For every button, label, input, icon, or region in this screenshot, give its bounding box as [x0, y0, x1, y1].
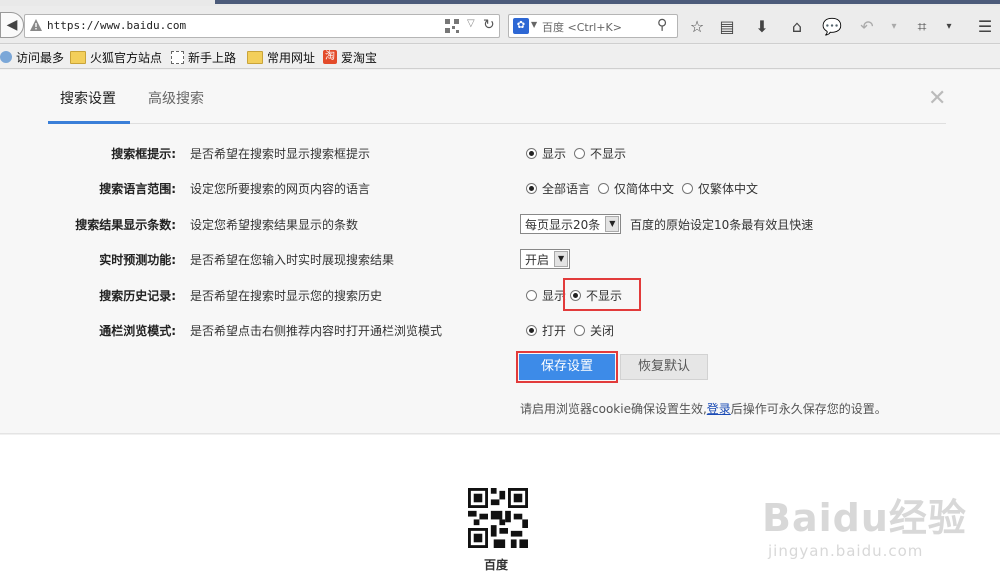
radio-show[interactable]: 显示: [526, 145, 566, 162]
radio-button[interactable]: [598, 182, 610, 194]
highlight-box: [563, 278, 641, 311]
crop-dropdown-icon[interactable]: ▾: [938, 16, 960, 38]
highlight-box: [516, 351, 618, 383]
watermark: Baidu经验 jingyan.baidu.com: [762, 496, 967, 560]
title-bar: [215, 0, 1000, 4]
setting-label: 搜索语言范围:: [99, 182, 176, 196]
bookmark-firefox-site[interactable]: 火狐官方站点: [70, 48, 162, 66]
radio-button[interactable]: [526, 289, 537, 301]
setting-description: 设定您希望搜索结果显示的条数: [190, 218, 359, 232]
tab-advanced-search[interactable]: 高级搜索: [148, 88, 204, 108]
baidu-paw-icon[interactable]: ✿: [513, 18, 529, 34]
taobao-icon: 淘: [323, 50, 337, 64]
result-count-select[interactable]: 每页显示20条 ▼: [520, 214, 622, 234]
search-settings-panel: 搜索设置 高级搜索 ✕ 搜索框提示: 是否希望在搜索时显示搜索框提示 显示 不显…: [0, 70, 1000, 434]
radio-simplified-only[interactable]: 仅简体中文: [598, 180, 674, 197]
setting-row-fullbar: 通栏浏览模式: 是否希望点击右侧推荐内容时打开通栏浏览模式 打开 关闭: [0, 320, 1000, 340]
radio-open[interactable]: 打开: [526, 322, 566, 339]
undo-icon[interactable]: ↶: [856, 16, 878, 38]
navigation-toolbar: ◀ https://www.baidu.com ▽ ↻ ✿ ▼ 百度 <Ctrl…: [0, 6, 1000, 44]
bookmarks-menu-icon[interactable]: ▤: [716, 16, 738, 38]
setting-description: 是否希望点击右侧推荐内容时打开通栏浏览模式: [190, 324, 443, 338]
radio-traditional-only[interactable]: 仅繁体中文: [682, 180, 758, 197]
setting-label: 通栏浏览模式:: [99, 324, 176, 338]
tab-search-settings[interactable]: 搜索设置: [60, 88, 116, 108]
globe-icon: [0, 51, 12, 63]
select-value: 每页显示20条: [525, 217, 601, 232]
back-button[interactable]: ◀: [0, 12, 24, 38]
restore-defaults-button[interactable]: 恢复默认: [620, 354, 708, 380]
bookmark-star-icon[interactable]: ☆: [686, 16, 708, 38]
setting-label: 搜索结果显示条数:: [75, 218, 176, 232]
warning-icon: [30, 19, 42, 31]
result-count-hint: 百度的原始设定10条最有效且快速: [630, 218, 814, 232]
download-icon[interactable]: ⬇: [751, 16, 773, 38]
url-text: https://www.baidu.com: [47, 19, 187, 32]
history-dropdown-icon[interactable]: ▽: [467, 18, 475, 29]
radio-all-languages[interactable]: 全部语言: [526, 180, 590, 197]
reload-icon[interactable]: ↻: [483, 17, 495, 33]
chevron-down-icon[interactable]: ▼: [605, 216, 620, 232]
radio-button[interactable]: [526, 147, 537, 159]
setting-label: 搜索历史记录:: [99, 289, 176, 303]
radio-button[interactable]: [682, 182, 694, 194]
search-icon[interactable]: ⚲: [657, 17, 667, 33]
home-icon[interactable]: ⌂: [786, 16, 808, 38]
radio-show[interactable]: 显示: [526, 287, 566, 304]
login-link[interactable]: 登录: [707, 402, 731, 416]
qr-code-icon[interactable]: [445, 19, 459, 33]
select-value: 开启: [525, 252, 550, 267]
qr-caption: 百度: [484, 558, 509, 572]
search-placeholder: 百度 <Ctrl+K>: [542, 21, 622, 34]
folder-icon: [70, 50, 86, 64]
radio-close[interactable]: 关闭: [574, 322, 614, 339]
url-bar[interactable]: https://www.baidu.com ▽ ↻: [24, 14, 500, 38]
instant-select[interactable]: 开启 ▼: [520, 249, 571, 269]
bookmark-getting-started[interactable]: 新手上路: [171, 48, 236, 66]
page-icon: [171, 50, 184, 64]
bookmark-common-sites[interactable]: 常用网址: [247, 48, 315, 66]
close-icon[interactable]: ✕: [928, 88, 946, 110]
setting-description: 设定您所要搜索的网页内容的语言: [190, 182, 371, 196]
setting-description: 是否希望在搜索时显示搜索框提示: [190, 147, 371, 161]
setting-row-instant: 实时预测功能: 是否希望在您输入时实时展现搜索结果 开启 ▼: [0, 249, 1000, 269]
page-footer: 百度 Baidu经验 jingyan.baidu.com: [0, 435, 1000, 574]
bookmark-most-visited[interactable]: 访问最多: [0, 48, 64, 66]
hamburger-menu-icon[interactable]: ☰: [974, 16, 996, 38]
radio-button[interactable]: [574, 324, 586, 336]
setting-label: 实时预测功能:: [99, 253, 176, 267]
setting-row-suggestions: 搜索框提示: 是否希望在搜索时显示搜索框提示 显示 不显示: [0, 143, 1000, 163]
bookmarks-toolbar: 访问最多 火狐官方站点 新手上路 常用网址 淘爱淘宝: [0, 45, 1000, 69]
setting-description: 是否希望在搜索时显示您的搜索历史: [190, 289, 383, 303]
radio-button[interactable]: [526, 182, 537, 194]
radio-button[interactable]: [574, 147, 586, 159]
setting-description: 是否希望在您输入时实时展现搜索结果: [190, 253, 395, 267]
settings-tabs: 搜索设置 高级搜索: [48, 70, 946, 124]
engine-dropdown-icon[interactable]: ▼: [531, 20, 537, 29]
cookie-notice: 请启用浏览器cookie确保设置生效,登录后操作可永久保存您的设置。: [520, 402, 887, 416]
crop-icon[interactable]: ⌗: [911, 16, 933, 38]
search-bar[interactable]: ✿ ▼ 百度 <Ctrl+K> ⚲: [508, 14, 678, 38]
chevron-down-icon[interactable]: ▼: [554, 251, 569, 267]
radio-hide[interactable]: 不显示: [574, 145, 626, 162]
qr-code-icon: [468, 488, 528, 548]
undo-dropdown-icon[interactable]: ▾: [883, 16, 905, 38]
setting-row-result-count: 搜索结果显示条数: 设定您希望搜索结果显示的条数 每页显示20条 ▼ 百度的原始…: [0, 214, 1000, 234]
setting-label: 搜索框提示:: [111, 147, 176, 161]
chat-icon[interactable]: 💬: [821, 16, 843, 38]
bookmark-taobao[interactable]: 淘爱淘宝: [323, 48, 377, 66]
setting-row-language: 搜索语言范围: 设定您所要搜索的网页内容的语言 全部语言 仅简体中文 仅繁体中文: [0, 178, 1000, 198]
setting-row-history: 搜索历史记录: 是否希望在搜索时显示您的搜索历史 显示 不显示: [0, 285, 1000, 305]
folder-icon: [247, 50, 263, 64]
active-tab-indicator: [48, 121, 130, 124]
radio-button[interactable]: [526, 324, 537, 336]
